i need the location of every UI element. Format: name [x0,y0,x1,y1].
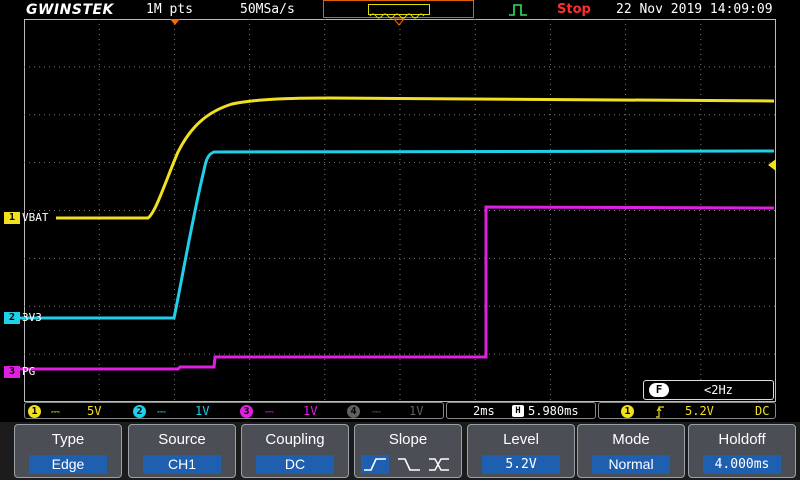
ch3-marker[interactable]: 3 [4,366,20,378]
coupling-softkey[interactable]: Coupling DC [241,424,349,478]
slope-options [361,455,457,474]
trigger-softkey-menu: Type Edge Source CH1 Coupling DC Slope L… [0,422,800,480]
trigger-coupling-readout: DC [755,404,770,418]
softkey-title: Slope [388,431,428,448]
ch1-scale: 5V [87,404,102,418]
trigger-status-panel[interactable]: 1 5.2V DC [598,402,776,419]
dc-coupling-icon: ⎓ [157,405,166,418]
type-softkey[interactable]: Type Edge [14,424,122,478]
timebase-scale: 2ms [473,404,495,418]
trigger-position-marker [170,19,180,25]
softkey-title: Level [503,431,539,448]
dc-coupling-icon: ⎓ [265,405,274,418]
rising-edge-icon [656,406,664,418]
horizontal-position: 5.980ms [528,404,579,418]
trigger-level-marker [768,159,776,171]
softkey-title: Coupling [265,431,325,448]
softkey-title: Mode [612,431,650,448]
ch2-scale: 1V [195,404,210,418]
slope-softkey[interactable]: Slope [354,424,462,478]
dc-coupling-icon: ⎓ [51,405,60,418]
trigger-level-readout: 5.2V [685,404,714,418]
ch1-number-badge[interactable]: 1 [28,405,41,418]
timebase-panel[interactable]: 2ms H 5.980ms [446,402,596,419]
frequency-icon: F [649,383,669,397]
softkey-value: CH1 [143,455,221,474]
ch1-trace [56,96,775,220]
ch2-marker[interactable]: 2 [4,312,20,324]
rising-slope-icon[interactable] [361,455,389,474]
softkey-value: 5.2V [482,455,560,474]
ch3-label: PG [22,365,36,378]
softkey-title: Holdoff [718,431,766,448]
softkey-value: DC [256,455,334,474]
trigger-frequency-readout: F <2Hz [643,380,774,400]
ch2-trace [20,149,775,320]
softkey-title: Type [51,431,85,448]
ch4-number-badge[interactable]: 4 [347,405,360,418]
softkey-value: Normal [592,455,670,474]
softkey-title: Source [158,431,206,448]
ch2-number-badge[interactable]: 2 [133,405,146,418]
channel-status-bar: 1 ⎓ 5V 2 ⎓ 1V 3 ⎓ 1V 4 ⎓ 1V 2ms H 5.980m… [24,402,776,421]
ch1-label: VBAT [22,211,49,224]
ch1-marker[interactable]: 1 [4,212,20,224]
either-slope-icon[interactable] [427,455,455,474]
ch4-scale: 1V [409,404,424,418]
ch3-trace [20,205,775,371]
horizontal-position-icon: H [512,405,524,417]
trigger-frequency-value: <2Hz [704,383,733,397]
ch2-label: 3V3 [22,311,42,324]
trigger-source-badge: 1 [621,405,634,418]
ch3-number-badge[interactable]: 3 [240,405,253,418]
dc-coupling-icon: ⎓ [372,405,381,418]
vertical-scale-panel: 1 ⎓ 5V 2 ⎓ 1V 3 ⎓ 1V 4 ⎓ 1V [24,402,444,419]
mode-softkey[interactable]: Mode Normal [577,424,685,478]
source-softkey[interactable]: Source CH1 [128,424,236,478]
graticule-grid [24,19,776,402]
softkey-value: Edge [29,455,107,474]
level-softkey[interactable]: Level 5.2V [467,424,575,478]
ch3-scale: 1V [303,404,318,418]
holdoff-softkey[interactable]: Holdoff 4.000ms [688,424,796,478]
softkey-value: 4.000ms [703,455,781,474]
horizontal-center-marker [392,18,406,26]
falling-slope-icon[interactable] [395,455,423,474]
